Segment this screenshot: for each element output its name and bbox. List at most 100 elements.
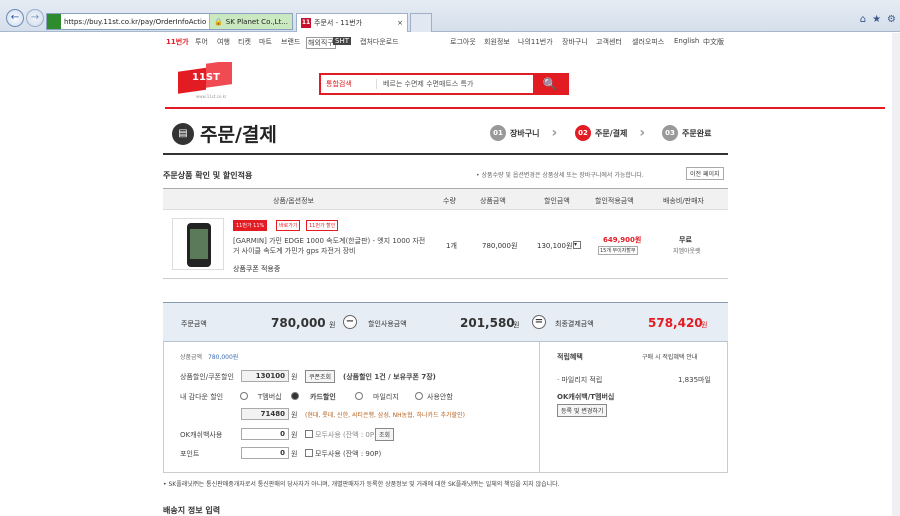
link-chinese[interactable]: 中文版 — [703, 37, 724, 47]
new-tab-button[interactable] — [410, 13, 432, 32]
final-price-value: 649,900원 — [603, 236, 642, 244]
mileage-value: 1,835마일 — [678, 376, 711, 384]
search-input[interactable]: 베르는 수면제 수면매트스 특가 — [377, 79, 533, 89]
page-title: ▤ 주문/결제 — [172, 120, 277, 147]
header-divider — [165, 107, 885, 109]
badge-lowest[interactable]: 11번가 할인 — [306, 220, 339, 231]
scrollbar[interactable] — [892, 33, 900, 516]
radio-none[interactable] — [415, 392, 423, 400]
register-button[interactable]: 등록 및 변경하기 — [557, 404, 608, 417]
discount-detail-icon[interactable]: ▾ — [573, 241, 581, 249]
card-discount-label: 내 감다운 할인 — [180, 393, 224, 401]
col-shipping: 배송비/판매자 — [663, 197, 704, 205]
product-amount-label: 상품금액 — [180, 354, 203, 361]
point-useall-checkbox[interactable] — [305, 449, 313, 457]
link-cart[interactable]: 장바구니 — [562, 37, 588, 47]
ok-useall-checkbox[interactable] — [305, 430, 313, 438]
nav-tour[interactable]: 투어 — [195, 37, 208, 47]
product-image[interactable] — [172, 218, 224, 270]
favorites-icon[interactable]: ★ — [872, 14, 881, 25]
site-logo[interactable]: 11ST www.11st.co.kr — [176, 60, 236, 104]
nav-travel[interactable]: 여행 — [217, 37, 230, 47]
benefits-info-link[interactable]: 구매 시 적립혜택 안내 — [642, 352, 697, 361]
link-english[interactable]: English — [674, 37, 699, 45]
site-top-nav: 11번가 투어 여행 티켓 마트 브랜드 해외직구 SHT 캡처다운로드 로그아… — [0, 33, 900, 49]
home-icon[interactable]: ⌂ — [860, 14, 866, 25]
qty-value: 1개 — [446, 242, 457, 250]
radio-mileage[interactable] — [355, 392, 363, 400]
nav-download[interactable]: 캡처다운로드 — [360, 37, 399, 47]
ok-cashbag-field[interactable]: 0 — [241, 428, 289, 440]
notice-text: • 상품수량 및 옵션변경은 상품상세 또는 장바구니에서 가능합니다. — [476, 172, 644, 179]
point-field[interactable]: 0 — [241, 447, 289, 459]
disclaimer: • SK플래닛㈜는 통신판매중개자로서 통신판매의 당사자가 아니며, 개별판매… — [163, 481, 560, 488]
link-member[interactable]: 회원정보 — [484, 37, 510, 47]
nav-ticket[interactable]: 티켓 — [238, 37, 251, 47]
link-logout[interactable]: 로그아웃 — [450, 37, 476, 47]
close-tab-icon[interactable]: × — [397, 19, 403, 27]
tab-active[interactable]: 11 주문서 - 11번가 × — [296, 13, 408, 32]
favicon-icon: 11 — [301, 18, 311, 28]
discount-value: 130,100원 — [537, 242, 573, 250]
price-value: 780,000원 — [482, 242, 518, 250]
radio-tmembership[interactable] — [240, 392, 248, 400]
coupon-label: 상품할인/쿠폰할인 — [180, 373, 234, 381]
settings-icon[interactable]: ⚙ — [887, 14, 896, 25]
point-label: 포인트 — [180, 450, 200, 458]
col-discount: 할인금액 — [544, 197, 570, 205]
col-price: 상품금액 — [480, 197, 506, 205]
badge-discount: 11번가 11% — [233, 220, 268, 231]
col-final: 할인적용금액 — [595, 197, 634, 205]
prev-page-button[interactable]: 이전 페이지 — [686, 167, 724, 180]
ok-cashbag-label: OK캐쉬백사용 — [180, 431, 223, 439]
search-category-select[interactable]: 통합검색 — [321, 79, 377, 89]
link-my11st[interactable]: 나의11번가 — [518, 37, 553, 47]
link-support[interactable]: 고객센터 — [596, 37, 622, 47]
address-bar[interactable]: https://buy.11st.co.kr/pay/OrderInfoActi… — [46, 13, 293, 30]
nav-11st[interactable]: 11번가 — [166, 37, 189, 47]
coupon-info: (상품할인 1건 / 보유쿠폰 7장) — [343, 373, 436, 381]
badge-shortcut[interactable]: 바로가기 — [276, 220, 301, 231]
installment-badge: 15개 무이자할부 — [598, 246, 638, 255]
shipping-value: 무료 — [679, 236, 692, 244]
minus-icon: − — [343, 315, 357, 329]
seller-name[interactable]: 지엠아웃렛 — [673, 246, 701, 255]
card-discount-field[interactable]: 71480 — [241, 408, 289, 420]
final-amount-label: 최종결제금액 — [555, 320, 594, 328]
nav-brand[interactable]: 브랜드 — [281, 37, 300, 47]
card-note: (현대, 롯데, 신한, 씨티은행, 삼성, NH농협, 하나카드 추가할인) — [305, 412, 465, 419]
final-amount: 578,420 — [648, 316, 703, 330]
window-tools: ⌂ ★ ⚙ — [860, 14, 896, 25]
discount-amount-label: 할인사용금액 — [368, 320, 407, 328]
radio-card-discount[interactable] — [291, 392, 299, 400]
lock-icon: 🔒 — [214, 17, 223, 26]
chevron-right-icon: › — [551, 125, 558, 141]
section-title: 주문상품 확인 및 할인적용 — [163, 171, 253, 180]
product-amount: 780,000원 — [208, 354, 239, 361]
coupon-lookup-button[interactable]: 쿠폰조회 — [305, 370, 336, 383]
product-name[interactable]: [GARMIN] 가민 EDGE 1000 속도계(한글판) - 엣지 1000… — [233, 236, 428, 256]
url-text[interactable]: https://buy.11st.co.kr/pay/OrderInfoActi… — [64, 18, 209, 26]
page-icon — [47, 14, 61, 29]
coupon-discount-field[interactable]: 130100 — [241, 370, 289, 382]
nav-sht[interactable]: SHT — [333, 37, 351, 45]
nav-mart[interactable]: 마트 — [259, 37, 272, 47]
benefits-title: 적립혜택 — [557, 353, 583, 361]
security-badge[interactable]: 🔒 SK Planet Co.,Lt... — [209, 14, 292, 29]
payment-summary: 주문금액 780,000 원 할인사용금액 201,580 원 최종결제금액 5… — [163, 302, 728, 342]
nav-overseas[interactable]: 해외직구 — [306, 37, 336, 49]
link-seller[interactable]: 셀러오피스 — [632, 37, 664, 47]
step-complete: 03 주문완료 — [662, 125, 711, 141]
title-divider — [163, 153, 728, 155]
coupon-note: 상품쿠폰 적용중 — [233, 265, 281, 273]
order-amount: 780,000 — [271, 316, 326, 330]
col-product: 상품/옵션정보 — [273, 197, 314, 205]
back-button[interactable]: ← — [6, 9, 24, 27]
discount-amount: 201,580 — [460, 316, 515, 330]
search-button[interactable]: 🔍 — [533, 74, 567, 94]
ok-lookup-button[interactable]: 조회 — [375, 428, 395, 441]
col-qty: 수량 — [443, 197, 456, 205]
forward-button[interactable]: → — [26, 9, 44, 27]
browser-toolbar: ← → https://buy.11st.co.kr/pay/OrderInfo… — [0, 0, 900, 32]
shipping-section-title: 배송지 정보 입력 — [163, 506, 221, 515]
